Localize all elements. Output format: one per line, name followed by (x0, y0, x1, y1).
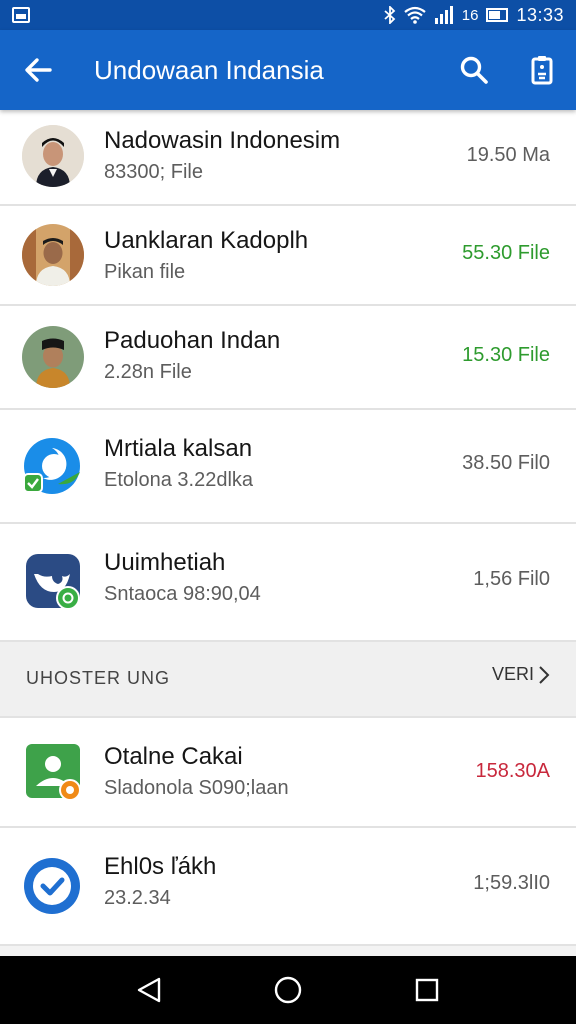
signal-text: 16 (461, 6, 479, 24)
item-meta: 158.30A (475, 760, 550, 782)
item-title: Nadowasin Indonesim (104, 127, 341, 154)
file-list: Nadowasin Indonesim 83300; File 19.50 Ma… (0, 110, 576, 946)
check-app-icon (22, 856, 84, 918)
item-subtitle: Etolona 3.22dlka (104, 469, 254, 491)
nav-recents-icon (415, 978, 438, 1002)
nav-recents-button[interactable] (397, 960, 457, 1020)
signal-icon (434, 6, 453, 24)
item-title: Paduohan Indan (104, 327, 281, 354)
list-item[interactable]: Uanklaran Kadoplh Pikan file 55.30 File (0, 206, 576, 306)
status-time: 13:33 (516, 4, 564, 25)
item-subtitle: 2.28n File (104, 361, 192, 383)
image-icon (12, 7, 30, 23)
back-arrow-icon (25, 58, 52, 82)
item-title: Ehl0s ľákh (104, 853, 217, 880)
list-item[interactable]: Nadowasin Indonesim 83300; File 19.50 Ma (0, 110, 576, 206)
item-meta: 1;59.3lI0 (473, 872, 550, 894)
item-title: Otalne Cakai (104, 743, 243, 770)
item-subtitle: 83300; File (104, 161, 203, 183)
nav-home-button[interactable] (258, 960, 318, 1020)
app-bar: Undowaan Indansia (0, 30, 576, 110)
person-photo-3 (22, 326, 84, 388)
battery-icon (486, 8, 509, 22)
list-item[interactable]: Uuimhetiah Sntaoca 98:90,04 1,56 Fil0 (0, 524, 576, 642)
clipboard-button[interactable] (508, 30, 576, 110)
item-title: Uuimhetiah (104, 549, 226, 576)
photo-app-icon (22, 740, 84, 802)
person-photo-2 (22, 224, 84, 286)
bird-app-icon (22, 552, 84, 614)
wifi-icon (404, 6, 426, 24)
item-meta: 1,56 Fil0 (473, 568, 550, 590)
navigation-bar (0, 956, 576, 1024)
item-subtitle: Sntaoca 98:90,04 (104, 583, 261, 605)
section-link[interactable]: VERI (492, 664, 550, 685)
item-subtitle: Pikan file (104, 261, 186, 283)
nav-home-icon (274, 976, 302, 1004)
status-bar: 16 13:33 (0, 0, 576, 30)
item-subtitle: 23.2.34 (104, 887, 171, 909)
person-photo-1 (22, 125, 84, 187)
list-item[interactable]: Paduohan Indan 2.28n File 15.30 File (0, 306, 576, 410)
list-item[interactable]: Otalne Cakai Sladonola S090;laan 158.30A (0, 718, 576, 828)
section-header: UHOSTER UNG VERI (0, 642, 576, 718)
chat-app-icon (22, 436, 84, 498)
item-subtitle: Sladonola S090;laan (104, 777, 289, 799)
clipboard-icon (531, 56, 553, 85)
item-title: Uanklaran Kadoplh (104, 227, 309, 254)
bluetooth-icon (384, 6, 396, 24)
search-button[interactable] (440, 30, 508, 110)
item-meta: 19.50 Ma (466, 144, 550, 166)
nav-back-button[interactable] (119, 960, 179, 1020)
back-button[interactable] (0, 30, 76, 110)
item-title: Mrtiala kalsan (104, 435, 253, 462)
item-meta: 15.30 File (462, 344, 550, 366)
nav-back-icon (138, 977, 161, 1003)
section-link-label: VERI (491, 664, 534, 684)
app-title: Undowaan Indansia (94, 54, 324, 85)
list-item[interactable]: Mrtiala kalsan Etolona 3.22dlka 38.50 Fi… (0, 410, 576, 524)
list-item[interactable]: Ehl0s ľákh 23.2.34 1;59.3lI0 (0, 828, 576, 946)
item-meta: 38.50 Fil0 (462, 452, 550, 474)
chevron-right-icon (539, 665, 550, 684)
item-meta: 55.30 File (462, 242, 550, 264)
search-icon (460, 56, 488, 84)
section-title: UHOSTER UNG (26, 668, 171, 688)
